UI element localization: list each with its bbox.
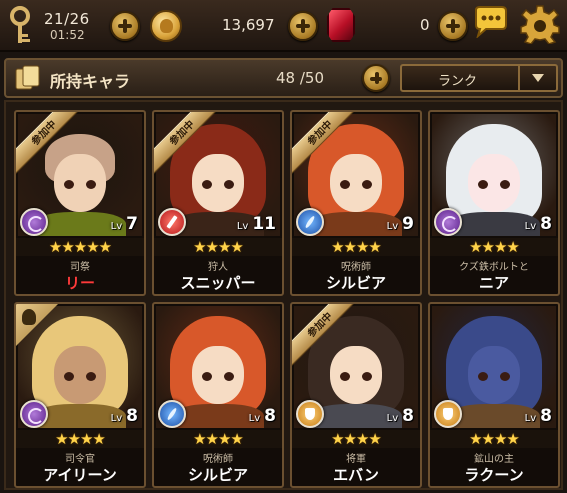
gold-amount: 13,697 — [222, 16, 275, 34]
character-name: リー — [64, 274, 95, 292]
character-card[interactable]: Lv 8 ★★★★ 鉱山の主 ラクーン — [428, 302, 560, 488]
rarity-stars: ★★★★ — [292, 238, 420, 256]
character-card[interactable]: Lv 7 ★★★★★ 司祭 リー 参加中 — [14, 110, 146, 296]
character-role: 呪術師 — [341, 262, 371, 273]
character-level: Lv 9 — [386, 214, 414, 234]
dropdown-toggle[interactable] — [518, 66, 556, 90]
character-card[interactable]: Lv 9 ★★★★ 呪術師 シルビア 参加中 — [290, 110, 422, 296]
class-blue-icon — [296, 208, 324, 236]
character-card[interactable]: Lv 11 ★★★★ 狩人 スニッパー 参加中 — [152, 110, 284, 296]
add-gem-button[interactable] — [438, 11, 468, 41]
rarity-stars: ★★★★★ — [16, 238, 144, 256]
character-card[interactable]: Lv 8 ★★★★ 将軍 エバン 参加中 — [290, 302, 422, 488]
character-grid: Lv 7 ★★★★★ 司祭 リー 参加中 Lv 11 ★★★★ 狩人 スニッパー 参… — [4, 100, 563, 490]
character-level: Lv 8 — [110, 406, 138, 426]
chevron-down-icon — [532, 74, 544, 82]
character-name: エバン — [333, 466, 379, 484]
class-blue-icon — [158, 400, 186, 428]
character-level: Lv 8 — [524, 406, 552, 426]
character-role: クズ鉄ボルトと — [459, 262, 529, 273]
character-name: アイリーン — [43, 466, 117, 484]
gold-coin-icon — [150, 10, 182, 42]
character-name: ラクーン — [464, 466, 524, 484]
chat-bubble-icon[interactable] — [472, 6, 510, 38]
gem-amount: 0 — [420, 16, 430, 34]
rarity-stars: ★★★★ — [154, 238, 282, 256]
page-title: 所持キャラ — [50, 72, 131, 91]
rarity-stars: ★★★★ — [430, 238, 558, 256]
expand-slots-button[interactable] — [362, 64, 390, 92]
class-purple-icon — [20, 208, 48, 236]
character-level: Lv 7 — [110, 214, 138, 234]
rarity-stars: ★★★★ — [16, 430, 144, 448]
character-card[interactable]: Lv 8 ★★★★ 司令官 アイリーン — [14, 302, 146, 488]
character-role: 鉱山の主 — [474, 454, 514, 465]
class-gold-icon — [296, 400, 324, 428]
rarity-stars: ★★★★ — [154, 430, 282, 448]
rarity-stars: ★★★★ — [292, 430, 420, 448]
ruby-gem-icon — [327, 8, 355, 42]
character-level: Lv 8 — [248, 406, 276, 426]
stamina-counter: 21/26 — [44, 10, 90, 28]
character-level: Lv 11 — [236, 214, 276, 234]
sort-selected-value: ランク — [438, 74, 478, 89]
cards-icon — [15, 65, 40, 90]
character-role: 狩人 — [208, 262, 228, 273]
character-level: Lv 8 — [524, 214, 552, 234]
stamina-timer: 01:52 — [50, 28, 85, 42]
sort-dropdown[interactable]: ランク — [400, 64, 558, 92]
character-name: スニッパー — [180, 274, 256, 292]
character-role: 司令官 — [65, 454, 95, 465]
character-name: シルビア — [325, 274, 386, 292]
top-status-bar: 21/26 01:52 13,697 0 — [0, 0, 567, 52]
character-level: Lv 8 — [386, 406, 414, 426]
class-red-icon — [158, 208, 186, 236]
add-gold-button[interactable] — [288, 11, 318, 41]
class-gold-icon — [434, 400, 462, 428]
settings-gear-icon[interactable] — [520, 4, 560, 44]
class-purple-icon — [434, 208, 462, 236]
character-role: 将軍 — [346, 454, 366, 465]
rarity-stars: ★★★★ — [430, 430, 558, 448]
character-name: ニア — [478, 274, 509, 292]
character-count: 48 /50 — [276, 69, 324, 87]
owned-characters-header: 所持キャラ 48 /50 ランク — [4, 58, 563, 98]
add-stamina-button[interactable] — [110, 11, 140, 41]
character-role: 呪術師 — [203, 454, 233, 465]
character-name: シルビア — [187, 466, 248, 484]
character-role: 司祭 — [70, 262, 90, 273]
character-card[interactable]: Lv 8 ★★★★ 呪術師 シルビア — [152, 302, 284, 488]
class-purple-icon — [20, 400, 48, 428]
key-icon — [10, 6, 30, 43]
character-card[interactable]: Lv 8 ★★★★ クズ鉄ボルトと ニア — [428, 110, 560, 296]
